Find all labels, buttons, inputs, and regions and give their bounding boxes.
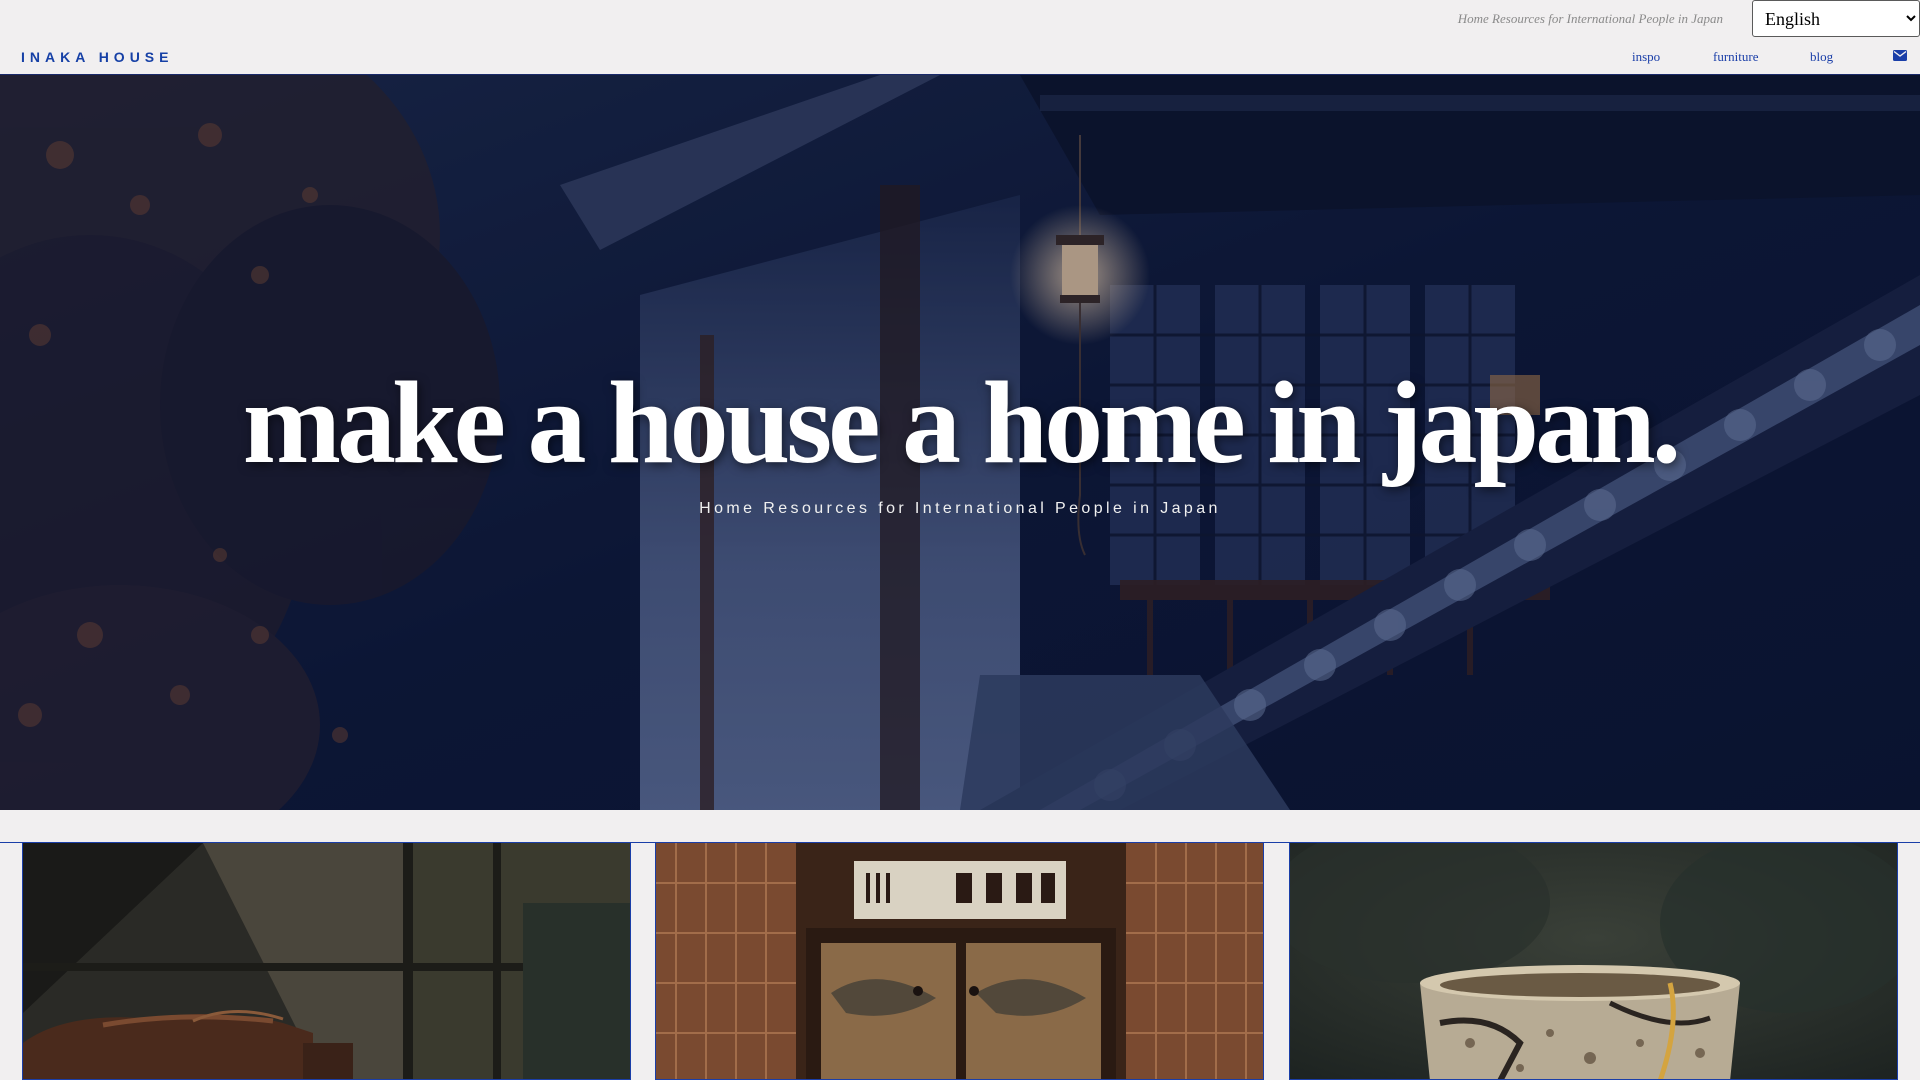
ceramic-cup-image xyxy=(1290,843,1897,1079)
nav-link-blog[interactable]: blog xyxy=(1810,49,1833,65)
nav-link-furniture[interactable]: furniture xyxy=(1713,49,1758,65)
feature-card-interior[interactable] xyxy=(655,842,1264,1080)
header-tagline: Home Resources for International People … xyxy=(1457,11,1723,26)
site-header: Home Resources for International People … xyxy=(0,0,1920,75)
interior-image xyxy=(656,843,1263,1079)
hero-subtitle: Home Resources for International People … xyxy=(699,500,1221,517)
envelope-icon[interactable] xyxy=(1893,50,1907,61)
language-select[interactable]: English xyxy=(1752,0,1920,37)
nav-link-inspo[interactable]: inspo xyxy=(1632,49,1660,65)
feature-card-ceramic[interactable] xyxy=(1289,842,1898,1080)
site-logo[interactable]: INAKA HOUSE xyxy=(21,49,174,65)
hero-title: make a house a home in japan. xyxy=(242,357,1682,488)
sofa-image xyxy=(23,843,630,1079)
hero-banner: make a house a home in japan. Home Resou… xyxy=(0,75,1920,810)
feature-card-sofa[interactable] xyxy=(22,842,631,1080)
